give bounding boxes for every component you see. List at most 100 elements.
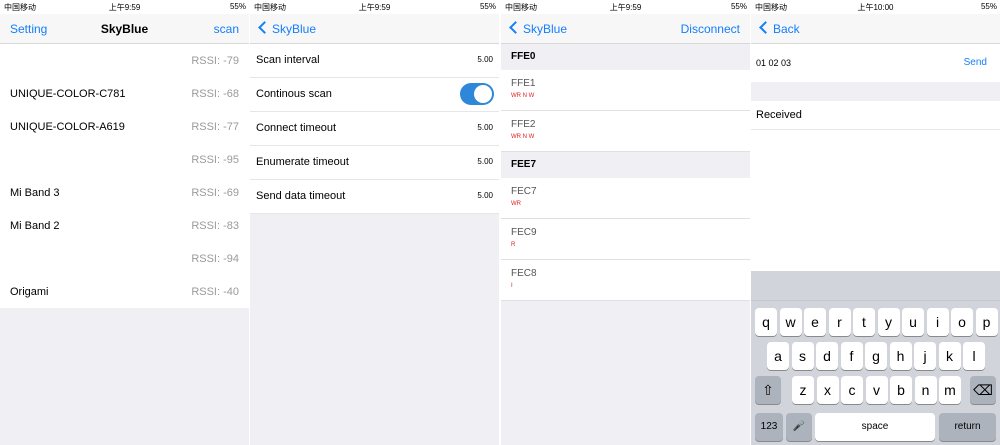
- key-v[interactable]: v: [865, 376, 888, 404]
- characteristic-row[interactable]: FEC9 R: [501, 219, 750, 260]
- device-rssi: RSSI: -69: [191, 187, 239, 199]
- settings-row[interactable]: Continous scan: [250, 78, 499, 112]
- device-name: UNIQUE-COLOR-C781: [10, 88, 126, 100]
- scan-button[interactable]: scan: [214, 22, 239, 36]
- key-p[interactable]: p: [975, 308, 998, 336]
- key-y[interactable]: y: [877, 308, 900, 336]
- service-header: FFE0: [501, 44, 750, 70]
- device-row[interactable]: RSSI: -79: [0, 44, 249, 77]
- send-bar: 01 02 03 Send: [751, 44, 1000, 82]
- battery-label: 55%: [730, 2, 747, 11]
- services-list: FFE0 FFE1 WR N W FFE2 WR N W FEE7 FEC7 WR FEC9 R F…: [501, 44, 750, 301]
- back-button[interactable]: SkyBlue: [258, 21, 316, 36]
- send-button[interactable]: Send: [964, 57, 987, 68]
- settings-value[interactable]: 5.00: [477, 123, 493, 132]
- key-w[interactable]: w: [779, 308, 802, 336]
- device-rssi: RSSI: -40: [191, 286, 239, 298]
- key-t[interactable]: t: [853, 308, 875, 336]
- settings-row[interactable]: Enumerate timeout 5.00: [250, 146, 499, 180]
- received-row: Received: [751, 101, 1000, 130]
- return-key[interactable]: return: [939, 413, 996, 441]
- settings-label: Enumerate timeout: [256, 156, 349, 168]
- device-rssi: RSSI: -68: [191, 88, 239, 100]
- settings-row[interactable]: Connect timeout 5.00: [250, 112, 499, 146]
- key-e[interactable]: e: [804, 308, 826, 336]
- service-header: FEE7: [501, 152, 750, 178]
- key-m[interactable]: m: [939, 376, 961, 404]
- characteristic-row[interactable]: FFE2 WR N W: [501, 111, 750, 152]
- characteristic-row[interactable]: FFE1 WR N W: [501, 70, 750, 111]
- settings-screen: 中国移动 上午9:59 55% SkyBlue Scan interval 5.0…: [250, 0, 499, 445]
- back-button[interactable]: SkyBlue: [509, 21, 568, 36]
- page-title: SkyBlue: [100, 22, 149, 36]
- data-input[interactable]: 01 02 03: [756, 58, 791, 68]
- status-time: 上午9:59: [609, 3, 642, 12]
- device-list: RSSI: -79 UNIQUE-COLOR-C781 RSSI: -68 UNIQU…: [0, 44, 249, 308]
- shift-key[interactable]: ⇧: [755, 376, 781, 404]
- characteristic-row[interactable]: FEC8 I: [501, 260, 750, 301]
- status-time: 上午9:59: [108, 3, 141, 12]
- status-bar: 中国移动 上午9:59 55%: [250, 0, 499, 14]
- chevron-left-icon: [509, 21, 522, 34]
- characteristic-name: FFE2: [511, 119, 536, 130]
- characteristic-name: FEC8: [511, 268, 537, 279]
- device-row[interactable]: UNIQUE-COLOR-C781 RSSI: -68: [0, 77, 249, 110]
- battery-label: 55%: [479, 2, 496, 11]
- key-l[interactable]: l: [963, 342, 985, 370]
- settings-label: Send data timeout: [256, 190, 346, 202]
- key-k[interactable]: k: [938, 342, 961, 370]
- key-s[interactable]: s: [791, 342, 814, 370]
- key-j[interactable]: j: [914, 342, 936, 370]
- device-row[interactable]: Mi Band 2 RSSI: -83: [0, 209, 249, 242]
- numbers-key[interactable]: 123: [755, 413, 783, 441]
- chevron-left-icon: [258, 21, 271, 34]
- device-row[interactable]: Origami RSSI: -40: [0, 275, 249, 308]
- backspace-key[interactable]: ⌫: [970, 376, 996, 404]
- device-row[interactable]: UNIQUE-COLOR-A619 RSSI: -77: [0, 110, 249, 143]
- key-q[interactable]: q: [755, 308, 777, 336]
- settings-row[interactable]: Scan interval 5.00: [250, 44, 499, 78]
- key-b[interactable]: b: [890, 376, 912, 404]
- status-bar: 中国移动 上午9:59 55%: [501, 0, 750, 14]
- continuous-scan-toggle[interactable]: [460, 83, 494, 105]
- disconnect-button[interactable]: Disconnect: [681, 22, 740, 36]
- key-z[interactable]: z: [792, 376, 814, 404]
- back-label: SkyBlue: [523, 22, 568, 36]
- key-c[interactable]: c: [841, 376, 863, 404]
- services-screen: 中国移动 上午9:59 55% SkyBlue Disconnect FFE0 F…: [501, 0, 750, 445]
- settings-list: Scan interval 5.00 Continous scan Connect t…: [250, 44, 499, 214]
- device-list-screen: 中国移动 上午9:59 55% Setting SkyBlue scan RSS…: [0, 0, 249, 445]
- key-n[interactable]: n: [914, 376, 937, 404]
- key-a[interactable]: a: [767, 342, 789, 370]
- space-key[interactable]: space: [815, 413, 935, 441]
- nav-bar: Back: [751, 14, 1000, 44]
- key-h[interactable]: h: [889, 342, 912, 370]
- key-r[interactable]: r: [828, 308, 851, 336]
- microphone-key[interactable]: 🎤: [786, 413, 812, 441]
- back-button[interactable]: Back: [759, 21, 800, 36]
- key-d[interactable]: d: [816, 342, 838, 370]
- settings-value[interactable]: 5.00: [477, 191, 493, 200]
- battery-label: 55%: [980, 2, 997, 11]
- key-i[interactable]: i: [926, 308, 949, 336]
- key-f[interactable]: f: [840, 342, 863, 370]
- battery-label: 55%: [229, 2, 246, 11]
- device-row[interactable]: Mi Band 3 RSSI: -69: [0, 176, 249, 209]
- characteristic-row[interactable]: FEC7 WR: [501, 178, 750, 219]
- key-g[interactable]: g: [865, 342, 887, 370]
- settings-row[interactable]: Send data timeout 5.00: [250, 180, 499, 214]
- status-time: 上午9:59: [358, 3, 391, 12]
- settings-value[interactable]: 5.00: [477, 157, 493, 166]
- device-name: Mi Band 2: [10, 220, 60, 232]
- settings-value[interactable]: 5.00: [477, 55, 493, 64]
- received-area: [751, 130, 1000, 271]
- key-o[interactable]: o: [951, 308, 973, 336]
- device-row[interactable]: RSSI: -94: [0, 242, 249, 275]
- device-row[interactable]: RSSI: -95: [0, 143, 249, 176]
- device-rssi: RSSI: -94: [191, 253, 239, 265]
- key-x[interactable]: x: [816, 376, 839, 404]
- key-u[interactable]: u: [902, 308, 924, 336]
- settings-label: Connect timeout: [256, 122, 337, 134]
- characteristic-props: WR: [511, 201, 521, 207]
- device-name: Origami: [10, 286, 49, 298]
